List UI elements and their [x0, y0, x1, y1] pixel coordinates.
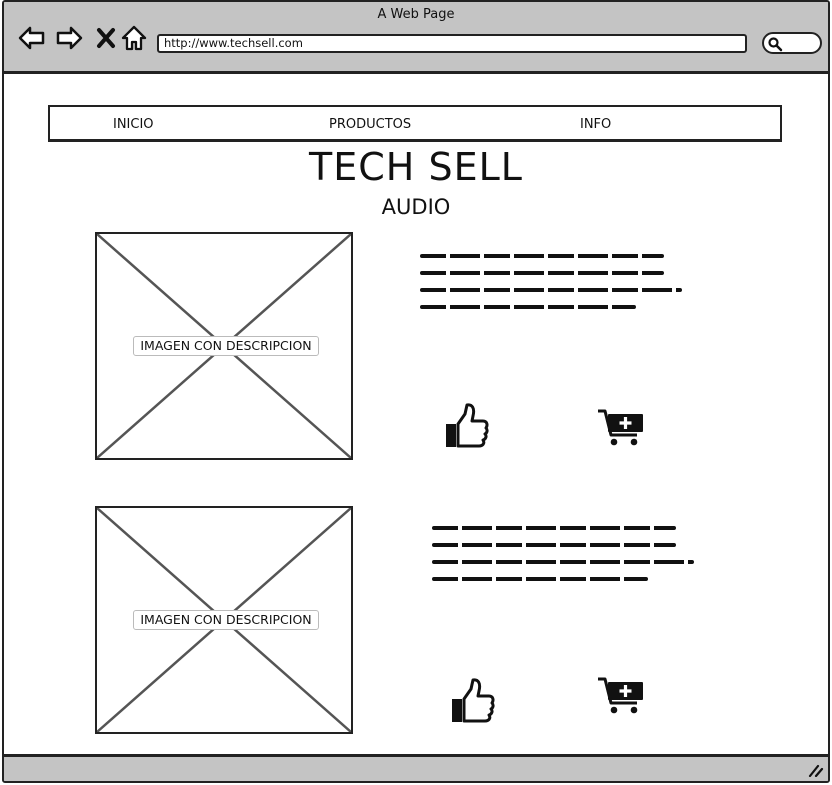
thumbs-up-icon[interactable]	[449, 677, 495, 725]
menu-item-info[interactable]: INFO	[580, 117, 611, 132]
home-icon[interactable]	[120, 24, 148, 52]
product-description-scribble	[420, 252, 690, 324]
product-card: IMAGEN CON DESCRIPCION	[4, 506, 828, 736]
url-input[interactable]: http://www.techsell.com	[157, 34, 747, 53]
add-to-cart-icon[interactable]	[597, 408, 647, 448]
nav-menu: INICIO PRODUCTOS INFO	[48, 105, 782, 142]
browser-window: A Web Page http://www.techsell.com INICI…	[2, 0, 830, 783]
search-icon	[768, 37, 783, 52]
thumbs-up-icon[interactable]	[443, 402, 489, 450]
page-title: TECH SELL	[309, 145, 523, 189]
product-description-scribble	[432, 524, 702, 596]
product-image: IMAGEN CON DESCRIPCION	[95, 232, 353, 460]
browser-titlebar: A Web Page http://www.techsell.com	[4, 2, 828, 74]
browser-statusbar	[4, 754, 828, 781]
close-icon[interactable]	[92, 24, 120, 52]
menu-item-inicio[interactable]: INICIO	[113, 117, 154, 132]
menu-item-productos[interactable]: PRODUCTOS	[329, 117, 411, 132]
product-image: IMAGEN CON DESCRIPCION	[95, 506, 353, 734]
back-icon[interactable]	[18, 24, 46, 52]
resize-grip-icon[interactable]	[808, 763, 824, 777]
search-box[interactable]	[762, 32, 822, 54]
section-title: AUDIO	[381, 195, 451, 219]
product-card: IMAGEN CON DESCRIPCION	[4, 232, 828, 462]
add-to-cart-icon[interactable]	[597, 676, 647, 716]
page-content: INICIO PRODUCTOS INFO TECH SELL AUDIO IM…	[4, 77, 828, 757]
window-title: A Web Page	[377, 7, 455, 22]
forward-icon[interactable]	[55, 24, 83, 52]
image-caption: IMAGEN CON DESCRIPCION	[133, 336, 319, 356]
image-caption: IMAGEN CON DESCRIPCION	[133, 610, 319, 630]
